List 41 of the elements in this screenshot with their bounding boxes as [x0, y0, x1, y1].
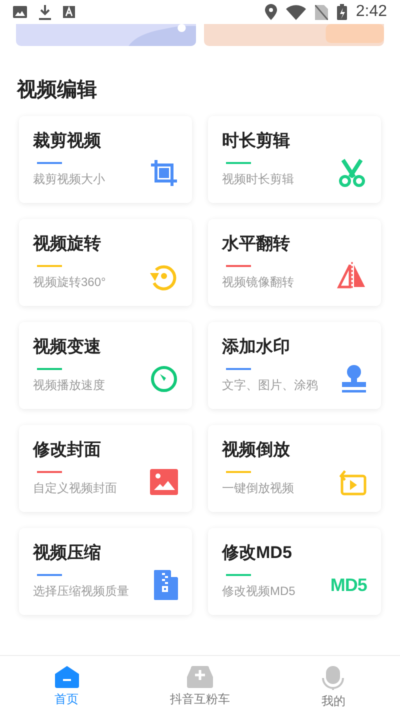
card-subtitle: 视频旋转360°	[33, 276, 107, 288]
card-title: 水平翻转	[222, 235, 291, 252]
card-subtitle: 裁剪视频大小	[33, 173, 106, 185]
tool-card[interactable]: 修改MD5 修改视频MD5 MD5	[208, 528, 381, 615]
card-subtitle: 文字、图片、涂鸦	[222, 379, 319, 391]
card-title: 时长剪辑	[222, 132, 291, 149]
card-subtitle: 视频时长剪辑	[222, 173, 295, 185]
card-title: 修改封面	[33, 441, 102, 458]
card-subtitle: 视频播放速度	[33, 379, 106, 391]
card-title: 视频压缩	[33, 544, 102, 561]
wifi-icon	[286, 4, 306, 20]
tool-card[interactable]: 视频倒放 一键倒放视频	[208, 425, 381, 512]
card-subtitle: 自定义视频封面	[33, 482, 118, 494]
font-icon	[63, 6, 75, 18]
location-icon	[264, 4, 277, 20]
nav-tab[interactable]: 抖音互粉车	[133, 656, 267, 711]
card-subtitle: 一键倒放视频	[222, 482, 295, 494]
tool-card[interactable]: 视频压缩 选择压缩视频质量	[19, 528, 192, 615]
status-time: 2:42	[356, 2, 387, 22]
no-sim-icon	[314, 4, 328, 20]
section-title: 视频编辑	[17, 80, 98, 100]
card-title: 添加水印	[222, 338, 291, 355]
card-title: 裁剪视频	[33, 132, 102, 149]
card-title: 视频倒放	[222, 441, 291, 458]
image-icon	[13, 6, 27, 18]
tool-card[interactable]: 时长剪辑 视频时长剪辑	[208, 116, 381, 203]
tool-card[interactable]: 裁剪视频 裁剪视频大小	[19, 116, 192, 203]
tool-card[interactable]: 修改封面 自定义视频封面	[19, 425, 192, 512]
md5-label: MD5	[330, 576, 367, 594]
card-title: 修改MD5	[222, 544, 293, 561]
tool-card[interactable]: 视频变速 视频播放速度	[19, 322, 192, 409]
card-title: 视频变速	[33, 338, 102, 355]
download-icon	[39, 4, 51, 20]
tool-card[interactable]: 添加水印 文字、图片、涂鸦	[208, 322, 381, 409]
card-subtitle: 视频镜像翻转	[222, 276, 295, 288]
card-title: 视频旋转	[33, 235, 102, 252]
card-subtitle: 选择压缩视频质量	[33, 585, 130, 597]
tool-card[interactable]: 视频旋转 视频旋转360°	[19, 219, 192, 306]
battery-icon	[336, 4, 347, 20]
nav-tab[interactable]: 我的	[266, 656, 400, 711]
tool-card[interactable]: 水平翻转 视频镜像翻转	[208, 219, 381, 306]
